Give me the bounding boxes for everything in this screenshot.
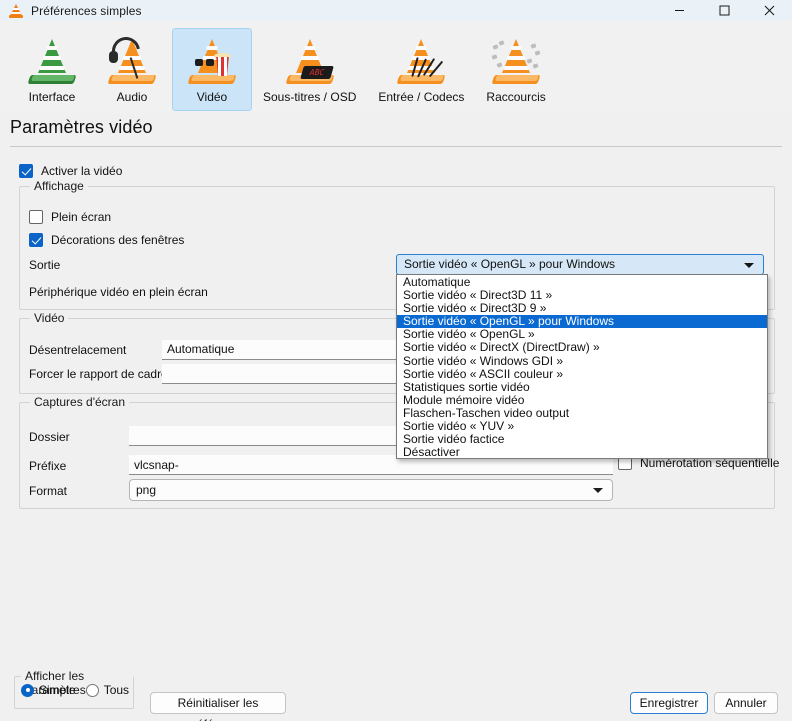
title-bar: Préférences simples: [0, 0, 792, 22]
radio-simple-label: Simple: [39, 683, 76, 697]
video-group-title: Vidéo: [30, 311, 68, 325]
dropdown-option[interactable]: Sortie vidéo « DirectX (DirectDraw) »: [397, 341, 767, 354]
close-button[interactable]: [747, 0, 792, 21]
snapshot-prefix-label: Préfixe: [29, 459, 66, 473]
minimize-icon: [674, 5, 685, 16]
title-divider: [10, 146, 782, 147]
window-decorations-label: Décorations des fenêtres: [51, 233, 184, 247]
vlc-cone-keys-icon: [487, 35, 545, 87]
enable-video-checkbox[interactable]: [19, 164, 33, 178]
deinterlace-label: Désentrelacement: [29, 343, 126, 357]
maximize-button[interactable]: [702, 0, 747, 21]
vlc-cone-cables-icon: [392, 35, 450, 87]
toolbar-item-audio[interactable]: Audio: [92, 28, 172, 111]
video-output-combobox[interactable]: Sortie vidéo « OpenGL » pour Windows: [396, 254, 764, 275]
radio-simple[interactable]: Simple: [21, 683, 76, 697]
show-settings-groupbox: Afficher les paramètres Simple Tous: [14, 676, 134, 709]
enable-video-label: Activer la vidéo: [41, 164, 122, 178]
fullscreen-device-label: Périphérique vidéo en plein écran: [29, 285, 208, 299]
minimize-button[interactable]: [657, 0, 702, 21]
snapshot-format-label: Format: [29, 484, 67, 498]
toolbar-item-hotkeys[interactable]: Raccourcis: [475, 28, 556, 111]
toolbar-item-interface[interactable]: Interface: [12, 28, 92, 111]
radio-all-label: Tous: [104, 683, 129, 697]
video-output-dropdown-list[interactable]: Automatique Sortie vidéo « Direct3D 11 »…: [396, 274, 768, 459]
toolbar-item-video[interactable]: Vidéo: [172, 28, 252, 111]
toolbar-item-label: Audio: [117, 90, 148, 104]
fullscreen-label: Plein écran: [51, 210, 111, 224]
toolbar-item-label: Sous-titres / OSD: [263, 90, 356, 104]
reset-preferences-button[interactable]: Réinitialiser les préférences: [150, 692, 286, 714]
preferences-window: Préférences simples Interface: [0, 0, 792, 721]
vlc-cone-icon: [8, 3, 24, 19]
chevron-down-icon: [744, 263, 754, 268]
save-button[interactable]: Enregistrer: [630, 692, 708, 714]
settings-mode-radio-group: Simple Tous: [21, 683, 129, 697]
toolbar-item-input-codecs[interactable]: Entrée / Codecs: [367, 28, 475, 111]
dropdown-option[interactable]: Sortie vidéo « ASCII couleur »: [397, 368, 767, 381]
window-decorations-checkbox-row[interactable]: Décorations des fenêtres: [29, 233, 184, 247]
toolbar-item-label: Raccourcis: [486, 90, 545, 104]
chevron-down-icon: [593, 488, 603, 493]
aspect-ratio-label: Forcer le rapport de cadre: [29, 367, 168, 381]
window-decorations-checkbox[interactable]: [29, 233, 43, 247]
output-label: Sortie: [29, 258, 60, 272]
display-group-title: Affichage: [30, 179, 88, 193]
radio-simple-indicator[interactable]: [21, 684, 34, 697]
snapshot-format-value: png: [136, 483, 156, 497]
snapshot-folder-label: Dossier: [29, 430, 70, 444]
video-output-selected-value: Sortie vidéo « OpenGL » pour Windows: [404, 257, 615, 271]
toolbar-item-subtitles-osd[interactable]: ABC Sous-titres / OSD: [252, 28, 367, 111]
fullscreen-checkbox-row[interactable]: Plein écran: [29, 210, 111, 224]
page-title: Paramètres vidéo: [10, 117, 153, 138]
maximize-icon: [719, 5, 730, 16]
dropdown-option[interactable]: Statistiques sortie vidéo: [397, 381, 767, 394]
fullscreen-checkbox[interactable]: [29, 210, 43, 224]
toolbar-item-label: Vidéo: [197, 90, 227, 104]
toolbar-item-label: Entrée / Codecs: [378, 90, 464, 104]
vlc-cone-glasses-popcorn-icon: [183, 35, 241, 87]
toolbar-item-label: Interface: [29, 90, 76, 104]
snapshots-group-title: Captures d'écran: [30, 395, 129, 409]
vlc-cone-headphones-icon: [103, 35, 161, 87]
radio-all[interactable]: Tous: [86, 683, 129, 697]
vlc-cone-green-icon: [23, 35, 81, 87]
snapshot-format-combobox[interactable]: png: [129, 479, 613, 501]
enable-video-checkbox-row[interactable]: Activer la vidéo: [19, 164, 122, 178]
vlc-cone-osd-icon: ABC: [281, 35, 339, 87]
radio-all-indicator[interactable]: [86, 684, 99, 697]
dropdown-option[interactable]: Désactiver: [397, 446, 767, 459]
dropdown-option[interactable]: Module mémoire vidéo: [397, 394, 767, 407]
dropdown-option[interactable]: Sortie vidéo « Windows GDI »: [397, 355, 767, 368]
cancel-button[interactable]: Annuler: [714, 692, 778, 714]
window-title: Préférences simples: [31, 4, 142, 18]
category-toolbar: Interface Audio Vidéo: [0, 21, 792, 114]
close-icon: [764, 5, 775, 16]
